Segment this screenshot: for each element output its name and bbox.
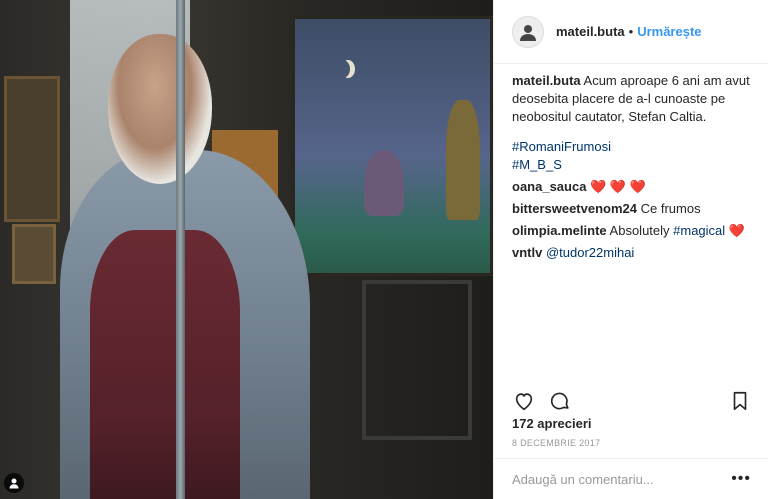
photo-apron bbox=[90, 230, 240, 499]
comment-input[interactable] bbox=[512, 471, 732, 487]
comment-username[interactable]: vntlv bbox=[512, 245, 542, 260]
hashtag-link[interactable]: #RomaniFrumosi bbox=[512, 138, 752, 156]
hashtag-link[interactable]: #magical bbox=[673, 223, 725, 238]
post-photo[interactable] bbox=[0, 0, 493, 499]
comment-text: Absolutely bbox=[609, 223, 674, 238]
caption-hashtags: #RomaniFrumosi #M_B_S bbox=[512, 138, 752, 174]
post-sidebar: mateil.buta • Urmărește mateil.buta Acum… bbox=[493, 0, 768, 499]
hashtag-link[interactable]: #M_B_S bbox=[512, 156, 752, 174]
photo-painter-head bbox=[108, 34, 212, 184]
caption-username[interactable]: mateil.buta bbox=[512, 73, 581, 88]
photo-wall-frame bbox=[4, 76, 60, 222]
comment-item: bittersweetvenom24 Ce frumos bbox=[512, 200, 752, 218]
photo-figure-right bbox=[446, 100, 480, 220]
comment-list: mateil.buta Acum aproape 6 ani am avut d… bbox=[512, 72, 752, 266]
post-actions bbox=[512, 386, 752, 416]
photo-moon bbox=[336, 60, 350, 78]
header-username[interactable]: mateil.buta bbox=[556, 24, 625, 39]
heart-icon[interactable] bbox=[512, 389, 536, 413]
follow-button[interactable]: Urmărește bbox=[637, 24, 701, 39]
photo-easel bbox=[362, 280, 472, 440]
comment-bubble-icon[interactable] bbox=[548, 389, 572, 413]
photo-brush bbox=[176, 0, 185, 499]
likes-count[interactable]: 172 aprecieri bbox=[512, 416, 592, 431]
header-separator: • bbox=[628, 24, 634, 39]
comment-item: vntlv @tudor22mihai bbox=[512, 244, 752, 262]
comment-username[interactable]: oana_sauca bbox=[512, 179, 586, 194]
add-comment-bar: ••• bbox=[494, 458, 768, 499]
photo-figure-left bbox=[364, 150, 404, 216]
person-icon[interactable] bbox=[4, 473, 24, 493]
comment-username[interactable]: olimpia.melinte bbox=[512, 223, 607, 238]
mention-link[interactable]: @tudor22mihai bbox=[546, 245, 634, 260]
comment-text: ❤️ ❤️ ❤️ bbox=[590, 179, 646, 194]
comment-item: olimpia.melinte Absolutely #magical ❤️ bbox=[512, 222, 752, 240]
comment-heart: ❤️ bbox=[725, 223, 745, 238]
comment-text: Ce frumos bbox=[640, 201, 701, 216]
more-options-icon[interactable]: ••• bbox=[731, 470, 751, 488]
profile-avatar-icon[interactable] bbox=[512, 15, 544, 48]
post-date: 8 DECEMBRIE 2017 bbox=[512, 438, 601, 448]
comment-item: oana_sauca ❤️ ❤️ ❤️ bbox=[512, 178, 752, 196]
bookmark-icon[interactable] bbox=[728, 389, 752, 413]
instagram-post: mateil.buta • Urmărește mateil.buta Acum… bbox=[0, 0, 768, 499]
comment-username[interactable]: bittersweetvenom24 bbox=[512, 201, 637, 216]
photo-wall-frame-small bbox=[12, 224, 56, 284]
post-caption: mateil.buta Acum aproape 6 ani am avut d… bbox=[512, 72, 752, 126]
post-header: mateil.buta • Urmărește bbox=[494, 0, 768, 64]
